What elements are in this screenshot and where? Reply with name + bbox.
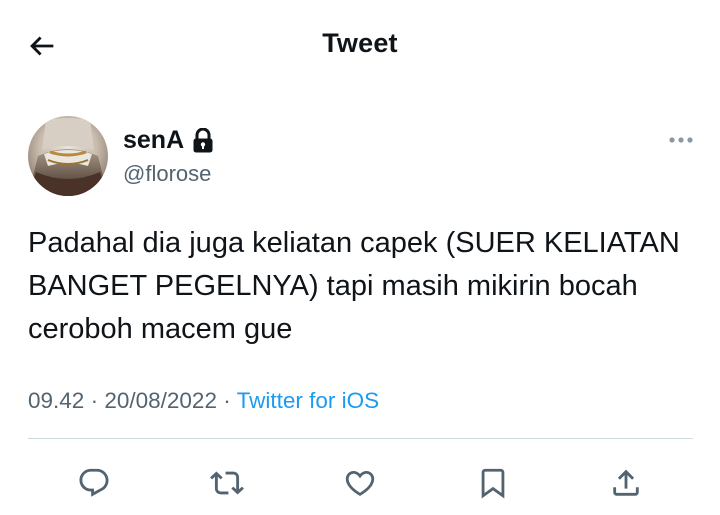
- meta-separator: ·: [90, 388, 99, 413]
- meta-separator: ·: [223, 388, 231, 413]
- like-button[interactable]: [337, 460, 383, 506]
- tweet-author: senA @florose: [28, 116, 698, 198]
- user-handle[interactable]: @florose: [123, 161, 211, 187]
- retweet-button[interactable]: [204, 460, 250, 506]
- bookmark-button[interactable]: [470, 460, 516, 506]
- reply-icon: [79, 468, 109, 497]
- top-bar: Tweet: [0, 0, 720, 90]
- avatar[interactable]: [28, 116, 108, 196]
- avatar-image: [28, 116, 108, 196]
- lock-icon: [192, 127, 214, 154]
- tweet-text: Padahal dia juga keliatan capek (SUER KE…: [28, 227, 680, 345]
- tweet-time[interactable]: 09.42: [28, 388, 84, 413]
- bookmark-icon: [481, 468, 505, 499]
- display-name-row: senA: [123, 126, 214, 155]
- display-name[interactable]: senA: [123, 126, 184, 155]
- like-icon: [345, 470, 375, 496]
- divider: [28, 438, 693, 439]
- page-title: Tweet: [322, 28, 398, 58]
- more-options-button[interactable]: [666, 130, 696, 150]
- tweet-metadata: 09.42 · 20/08/2022 · Twitter for iOS: [28, 388, 379, 414]
- reply-button[interactable]: [71, 460, 117, 506]
- more-horizontal-icon: [669, 137, 693, 143]
- share-icon: [613, 469, 639, 496]
- share-button[interactable]: [603, 460, 649, 506]
- retweet-icon: [210, 471, 244, 495]
- tweet-source-link[interactable]: Twitter for iOS: [237, 388, 380, 413]
- tweet-date[interactable]: 20/08/2022: [104, 388, 217, 413]
- action-bar: [0, 458, 720, 508]
